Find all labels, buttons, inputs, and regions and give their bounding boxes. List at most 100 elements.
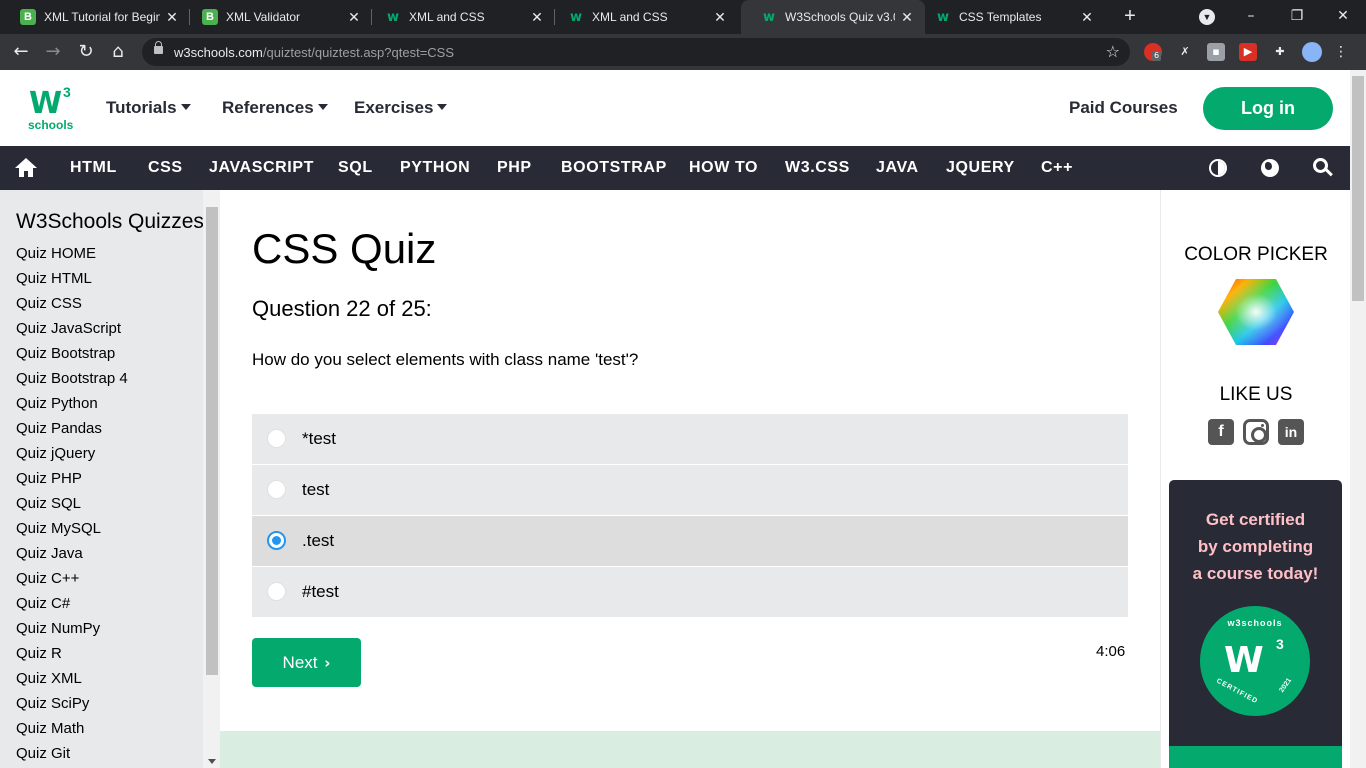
new-tab-icon[interactable]: + [1118,4,1142,28]
close-window-icon[interactable]: ✕ [1328,4,1358,28]
certified-badge-icon: w3schools W 3 CERTIFIED 2021 [1200,606,1310,716]
reload-icon[interactable]: ↻ [74,40,98,64]
minimize-icon[interactable]: – [1236,4,1266,28]
bookmark-star-icon[interactable]: ☆ [1106,42,1120,61]
mute-extension-icon[interactable]: ✗ [1176,43,1194,61]
sidebar-item[interactable]: Quiz Bootstrap [16,344,128,369]
sidebar-item[interactable]: Quiz NumPy [16,619,128,644]
sidebar-list: Quiz HOME Quiz HTML Quiz CSS Quiz JavaSc… [16,244,128,768]
sidebar-scrollbar[interactable] [203,190,220,768]
close-tab-icon[interactable]: ✕ [164,9,180,26]
nav-bootstrap[interactable]: BOOTSTRAP [561,159,667,177]
nav-w3css[interactable]: W3.CSS [785,159,850,177]
cert-cta-strip[interactable] [1169,746,1342,768]
nav-html[interactable]: HTML [70,159,117,177]
sidebar-item[interactable]: Quiz Math [16,719,128,744]
browser-tab[interactable]: ᴡ XML and CSS ✕ [548,0,738,34]
close-tab-icon[interactable]: ✕ [346,9,362,26]
sidebar-item[interactable]: Quiz PHP [16,469,128,494]
sidebar-item[interactable]: Quiz HTML [16,269,128,294]
sidebar-item[interactable]: Quiz Bootstrap 4 [16,369,128,394]
sidebar-item[interactable]: Quiz JavaScript [16,319,128,344]
linkedin-icon[interactable]: in [1278,419,1304,445]
radio-button[interactable] [267,429,286,448]
certification-ad[interactable]: Get certified by completing a course tod… [1169,480,1342,768]
instagram-icon[interactable] [1243,419,1269,445]
address-bar[interactable]: w3schools.com/quiztest/quiztest.asp?qtes… [142,38,1130,66]
exercises-menu[interactable]: Exercises [354,98,448,118]
tab-title: W3Schools Quiz v3.0 [785,10,895,24]
scrollbar-thumb[interactable] [206,207,218,675]
browser-tab-active[interactable]: ᴡ W3Schools Quiz v3.0 ✕ [741,0,925,34]
sidebar-item[interactable]: Quiz SQL [16,494,128,519]
sidebar-item[interactable]: Quiz SciPy [16,694,128,719]
answer-option-selected[interactable]: .test [252,516,1128,566]
radio-button-checked[interactable] [267,531,286,550]
home-icon[interactable]: ⌂ [106,40,130,64]
sidebar-item[interactable]: Quiz C# [16,594,128,619]
search-icon[interactable] [1313,158,1333,178]
radio-button[interactable] [267,480,286,499]
browser-tab[interactable]: B XML Validator ✕ [182,0,372,34]
nav-sql[interactable]: SQL [338,159,373,177]
nav-css[interactable]: CSS [148,159,183,177]
sidebar-item[interactable]: Quiz jQuery [16,444,128,469]
scrollbar-thumb[interactable] [1352,76,1364,301]
sidebar-item[interactable]: Quiz Git [16,744,128,768]
close-tab-icon[interactable]: ✕ [899,9,915,26]
nav-javascript[interactable]: JAVASCRIPT [209,159,314,177]
globe-icon[interactable] [1261,159,1279,177]
sidebar-item[interactable]: Quiz C++ [16,569,128,594]
tutorials-menu[interactable]: Tutorials [106,98,191,118]
dark-mode-icon[interactable] [1209,159,1227,177]
video-extension-icon[interactable]: ▶ [1239,43,1257,61]
profile-avatar[interactable] [1302,42,1322,62]
nav-php[interactable]: PHP [497,159,532,177]
sidebar-item[interactable]: Quiz MySQL [16,519,128,544]
login-button[interactable]: Log in [1203,87,1333,130]
page-scrollbar[interactable] [1350,70,1366,768]
sidebar-item[interactable]: Quiz XML [16,669,128,694]
tab-search-icon[interactable]: ▼ [1199,9,1215,25]
sidebar-item[interactable]: Quiz Pandas [16,419,128,444]
radio-button[interactable] [267,582,286,601]
answer-option[interactable]: test [252,465,1128,515]
site-header: W 3 schools Tutorials References Exercis… [0,70,1350,146]
forward-icon[interactable]: → [41,40,65,64]
facebook-icon[interactable]: f [1208,419,1234,445]
sidebar-item[interactable]: Quiz Python [16,394,128,419]
browser-tab[interactable]: ᴡ XML and CSS ✕ [365,0,555,34]
nav-java[interactable]: JAVA [876,159,919,177]
nav-jquery[interactable]: JQUERY [946,159,1015,177]
close-tab-icon[interactable]: ✕ [712,9,728,26]
w3schools-favicon-icon: ᴡ [936,9,949,25]
answer-option[interactable]: *test [252,414,1128,464]
chevron-right-icon: › [324,654,331,672]
nav-howto[interactable]: HOW TO [689,159,758,177]
sidebar-item[interactable]: Quiz CSS [16,294,128,319]
ad-blocker-icon[interactable]: 6 [1144,43,1162,61]
home-icon[interactable] [15,158,37,178]
next-button[interactable]: Next › [252,638,361,687]
browser-tab[interactable]: ᴡ CSS Templates ✕ [915,0,1105,34]
nav-cpp[interactable]: C++ [1041,159,1073,177]
quiz-main: CSS Quiz Question 22 of 25: How do you s… [220,190,1160,768]
references-menu[interactable]: References [222,98,328,118]
extension-icon[interactable]: ▪ [1207,43,1225,61]
close-tab-icon[interactable]: ✕ [1079,9,1095,26]
sidebar-item[interactable]: Quiz R [16,644,128,669]
browser-menu-icon[interactable]: ⋮ [1332,43,1350,61]
sidebar-item[interactable]: Quiz Java [16,544,128,569]
w3schools-logo[interactable]: W 3 schools [27,84,77,134]
sidebar-item[interactable]: Quiz HOME [16,244,128,269]
color-picker-icon[interactable] [1217,278,1295,346]
close-tab-icon[interactable]: ✕ [529,9,545,26]
answer-option[interactable]: #test [252,567,1128,617]
paid-courses-link[interactable]: Paid Courses [1069,98,1178,118]
back-icon[interactable]: ← [9,40,33,64]
nav-python[interactable]: PYTHON [400,159,470,177]
restore-icon[interactable]: ❐ [1282,4,1312,28]
browser-tab[interactable]: B XML Tutorial for Beginners ✕ [0,0,190,34]
extensions-puzzle-icon[interactable]: ✚ [1271,43,1289,61]
scroll-down-icon[interactable] [208,759,216,764]
